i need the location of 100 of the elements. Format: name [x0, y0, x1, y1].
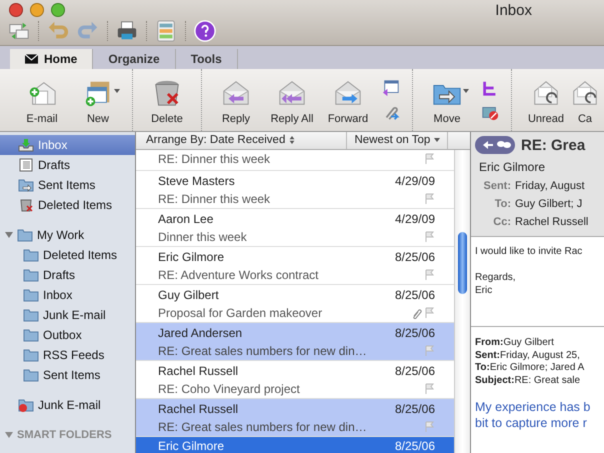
flag-icon[interactable]	[425, 268, 435, 280]
sender-name: Aaron Lee	[158, 212, 214, 226]
message-subject: RE: Dinner this week	[158, 192, 270, 206]
folder-item[interactable]: Drafts	[0, 155, 135, 175]
window-title: Inbox	[495, 2, 532, 19]
field-label: Sent:	[475, 350, 500, 360]
flag-icon[interactable]	[425, 420, 435, 432]
message-date: 4/29/09	[394, 174, 435, 188]
folder-item[interactable]: Sent Items	[0, 175, 135, 195]
flag-icon[interactable]	[425, 192, 435, 204]
message-subject: Dinner this week	[158, 230, 247, 244]
sort-order-menu[interactable]: Newest on Top	[347, 132, 448, 149]
field-value: Friday, August	[515, 180, 584, 192]
reply-all-button[interactable]: Reply All	[264, 69, 320, 131]
message-subject: RE: Dinner this week	[158, 152, 270, 166]
zoom-button[interactable]	[51, 3, 65, 17]
folder-item[interactable]: Junk E-mail	[0, 395, 135, 415]
message-row[interactable]: Rachel Russell 8/25/06 RE: Great sales numbers for new din…	[136, 399, 455, 437]
new-item-button[interactable]: New	[70, 69, 126, 131]
up-down-arrows-icon	[288, 136, 295, 144]
delete-button[interactable]: Delete	[139, 69, 195, 131]
body-text: Regards,	[475, 271, 517, 284]
folder-item[interactable]: My Work	[0, 225, 135, 245]
field-label: To:	[494, 198, 511, 210]
field-value: Rachel Russell	[515, 216, 588, 228]
folder-item[interactable]: Outbox	[0, 325, 135, 345]
folder-item[interactable]: Deleted Items	[0, 195, 135, 215]
sender-name: Jared Andersen	[158, 326, 242, 340]
sender-name: Guy Gilbert	[158, 288, 219, 302]
body-text: Eric	[475, 284, 494, 297]
folder-item[interactable]: Inbox	[0, 135, 135, 155]
folder-item[interactable]: Junk E-mail	[0, 305, 135, 325]
conversation-nav-icon[interactable]	[475, 136, 515, 154]
field-value: Guy Gilbert; J	[515, 198, 582, 210]
trash-can-icon	[152, 78, 182, 108]
print-icon[interactable]	[116, 20, 138, 42]
message-date: 8/25/06	[394, 326, 435, 340]
arrange-by-menu[interactable]: Arrange By: Date Received	[136, 132, 347, 149]
send-receive-icon[interactable]	[8, 20, 30, 42]
folder-icon	[23, 368, 39, 382]
minimize-button[interactable]	[30, 3, 44, 17]
field-label: From:	[475, 337, 504, 348]
folder-icon	[23, 248, 39, 262]
junk-folder-icon	[18, 398, 34, 412]
flag-icon[interactable]	[425, 306, 435, 318]
message-date: 8/25/06	[394, 288, 435, 302]
forward-button[interactable]: Forward	[320, 69, 376, 131]
disclosure-triangle-icon[interactable]	[5, 231, 13, 239]
message-subject: RE: Adventure Works contract	[158, 268, 319, 282]
envelope-icon	[25, 54, 38, 64]
body-text: I would like to invite Rac	[475, 245, 584, 258]
folder-item[interactable]: Drafts	[0, 265, 135, 285]
caret-icon	[463, 89, 469, 93]
message-date: 4/29/09	[394, 212, 435, 226]
move-button[interactable]: Move	[419, 69, 475, 131]
flag-icon[interactable]	[425, 153, 435, 165]
folder-icon	[23, 308, 39, 322]
message-subject: RE: Coho Vineyard project	[158, 382, 300, 396]
reply-button[interactable]: Reply	[208, 69, 264, 131]
view-icon[interactable]	[155, 20, 177, 42]
new-email-button[interactable]: E-mail	[14, 69, 70, 131]
flag-icon[interactable]	[425, 344, 435, 356]
message-row[interactable]: Eric Gilmore 8/25/06	[136, 437, 455, 453]
message-subject: RE: Great sales numbers for new din…	[158, 344, 367, 358]
sender-name: Rachel Russell	[158, 364, 238, 378]
message-date: 8/25/06	[394, 402, 435, 416]
folder-item[interactable]: Sent Items	[0, 365, 135, 385]
field-value: RE: Great sale	[514, 374, 580, 386]
sender-name: Rachel Russell	[158, 402, 238, 416]
calendar-reply-icon[interactable]	[382, 79, 400, 97]
scroll-bar[interactable]	[454, 150, 470, 453]
message-row[interactable]: Jared Andersen 8/25/06 RE: Great sales numbers for new din…	[136, 323, 455, 361]
message-subject: RE: Great sales numbers for new din…	[158, 420, 367, 434]
field-label: Sent:	[482, 180, 511, 192]
folder-icon	[23, 288, 39, 302]
field-label: Subject:	[475, 374, 514, 386]
caret-icon	[114, 89, 120, 93]
help-icon[interactable]	[194, 20, 216, 42]
trash-can-icon	[18, 198, 34, 212]
field-value: Friday, August 25,	[500, 350, 580, 360]
message-date: 8/25/06	[394, 364, 435, 378]
disclosure-triangle-icon[interactable]	[5, 431, 13, 439]
quoted-text: My experience has b	[475, 399, 592, 415]
sent-folder-icon	[18, 178, 34, 192]
unread-button[interactable]: Unread	[518, 69, 574, 131]
field-value: Eric Gilmore; Jared A	[490, 362, 584, 373]
message-subject: Proposal for Garden makeover	[158, 306, 322, 320]
flag-icon[interactable]	[425, 382, 435, 394]
folder-item[interactable]: Deleted Items	[0, 245, 135, 265]
drafts-icon	[18, 158, 34, 172]
folder-icon	[23, 328, 39, 342]
ribbon-button[interactable]: Ca	[574, 69, 596, 131]
sender-name: Eric Gilmore	[158, 250, 224, 264]
folder-item[interactable]: RSS Feeds	[0, 345, 135, 365]
flag-icon[interactable]	[425, 230, 435, 242]
folder-item[interactable]: Inbox	[0, 285, 135, 305]
folder-icon	[17, 228, 33, 242]
field-label: Cc:	[492, 216, 511, 228]
close-button[interactable]	[9, 3, 23, 17]
ribbon-tab[interactable]: Home	[10, 49, 94, 69]
